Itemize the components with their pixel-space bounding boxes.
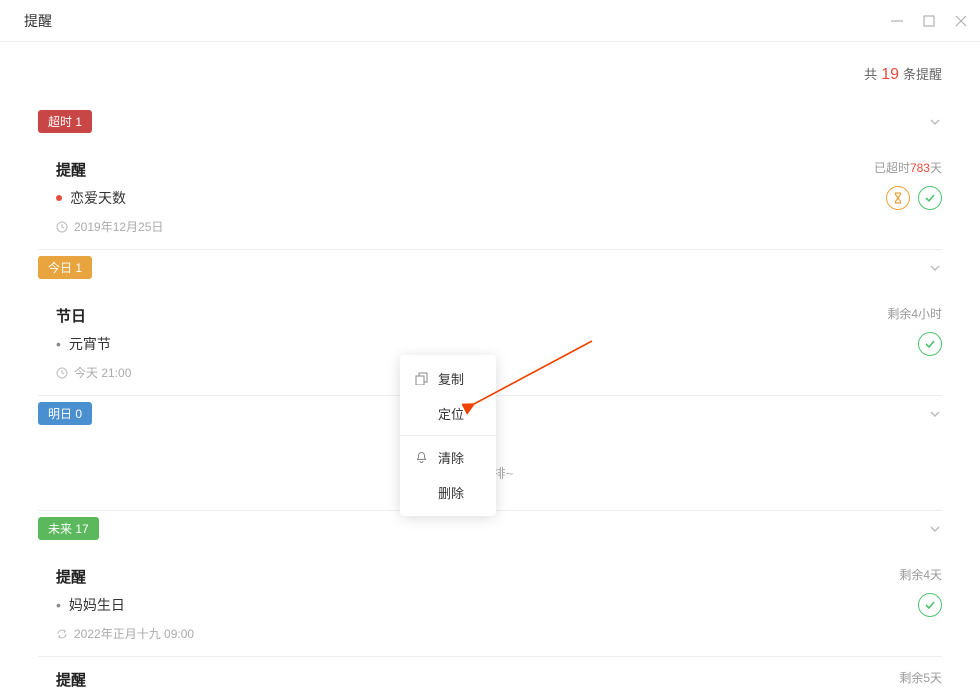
status-text: 剩余5天 [899,669,942,686]
context-menu-locate-label: 定位 [438,404,464,423]
section-header-today[interactable]: 今日 1 [38,250,942,293]
hourglass-icon [892,192,904,204]
badge-overdue: 超时 1 [38,110,92,133]
context-menu-clear[interactable]: 清除 [400,440,496,475]
item-date: 2022年正月十九 09:00 [74,625,194,642]
badge-today: 今日 1 [38,256,92,279]
item-category: 提醒 [56,566,194,587]
check-icon [924,338,936,350]
badge-tomorrow: 明日 0 [38,402,92,425]
summary-count: 19 [881,66,899,84]
context-menu-copy-label: 复制 [438,369,464,388]
bullet-indicator: • [56,597,61,613]
close-button[interactable] [954,14,968,28]
item-category: 提醒 [56,669,86,690]
context-menu-clear-label: 清除 [438,448,464,467]
bullet-indicator: • [56,336,61,352]
chevron-down-icon [928,407,942,421]
window-controls [890,14,968,28]
context-menu-copy[interactable]: 复制 [400,361,496,396]
bell-icon [414,451,428,465]
copy-icon [414,372,428,386]
close-icon [954,14,968,28]
context-menu-delete-label: 删除 [438,483,464,502]
item-title-row: 恋爱天数 [56,188,163,208]
item-category: 提醒 [56,159,163,180]
item-time-row: 今天 21:00 [56,364,131,381]
item-title: 恋爱天数 [70,188,126,208]
check-icon [924,192,936,204]
minimize-icon [890,14,904,28]
blank-icon [414,486,428,500]
badge-future: 未来 17 [38,517,99,540]
summary-row: 共 19 条提醒 [38,42,942,104]
context-menu: 复制 定位 清除 删除 [400,355,496,516]
context-menu-delete[interactable]: 删除 [400,475,496,510]
check-icon [924,599,936,611]
clock-icon [56,221,68,233]
maximize-icon [922,14,936,28]
item-title-row: • 元宵节 [56,334,131,354]
item-time-row: 2022年正月十九 09:00 [56,625,194,642]
reminder-item[interactable]: 提醒 剩余5天 [38,657,942,700]
blank-icon [414,407,428,421]
context-menu-locate[interactable]: 定位 [400,396,496,431]
item-date: 今天 21:00 [74,364,131,381]
minimize-button[interactable] [890,14,904,28]
reminder-item[interactable]: 提醒 • 妈妈生日 2022年正月十九 09:00 剩余4天 [38,554,942,657]
chevron-down-icon [928,522,942,536]
chevron-down-icon [928,261,942,275]
snooze-button[interactable] [886,186,910,210]
context-menu-separator [400,435,496,436]
reminder-item[interactable]: 提醒 恋爱天数 2019年12月25日 已超时783天 [38,147,942,250]
item-title: 妈妈生日 [69,595,125,615]
clock-icon [56,367,68,379]
dot-indicator [56,195,62,201]
window-title: 提醒 [24,11,52,31]
item-title-row: • 妈妈生日 [56,595,194,615]
item-date: 2019年12月25日 [74,218,163,235]
status-text: 已超时783天 [874,159,942,176]
repeat-icon [56,628,68,640]
summary-prefix: 共 [864,64,877,83]
section-header-overdue[interactable]: 超时 1 [38,104,942,147]
section-header-future[interactable]: 未来 17 [38,511,942,554]
complete-button[interactable] [918,332,942,356]
complete-button[interactable] [918,593,942,617]
status-text: 剩余4天 [899,566,942,583]
complete-button[interactable] [918,186,942,210]
status-text: 剩余4小时 [887,305,942,322]
item-category: 节日 [56,305,131,326]
item-time-row: 2019年12月25日 [56,218,163,235]
item-title: 元宵节 [69,334,111,354]
maximize-button[interactable] [922,14,936,28]
summary-suffix: 条提醒 [903,64,942,83]
title-bar: 提醒 [0,0,980,42]
chevron-down-icon [928,115,942,129]
